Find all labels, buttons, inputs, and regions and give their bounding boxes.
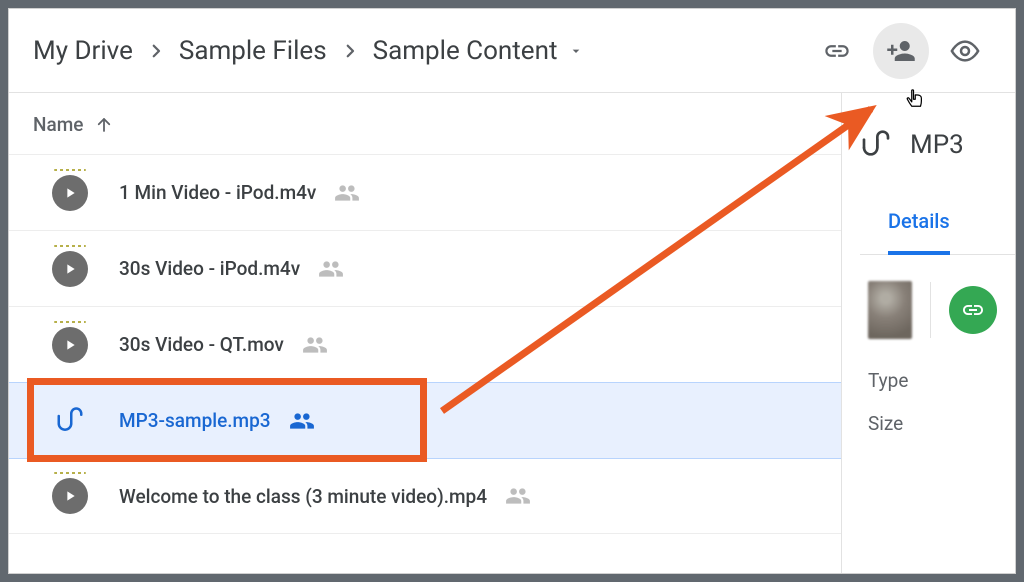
headphones-icon (51, 402, 89, 440)
video-icon (51, 250, 89, 288)
sharing-summary (868, 281, 1015, 339)
shared-icon (505, 483, 531, 509)
file-row[interactable]: 1 Min Video - iPod.m4v (9, 154, 841, 230)
shared-icon (289, 408, 315, 434)
details-title-text: MP3 (910, 130, 964, 160)
video-icon (51, 174, 89, 212)
share-button[interactable] (873, 23, 929, 79)
owner-avatar[interactable] (868, 281, 912, 339)
details-panel: MP3 Details Type Size (841, 93, 1015, 573)
column-label: Name (33, 113, 83, 136)
meta-size-label: Size (868, 412, 1015, 435)
shared-icon (334, 180, 360, 206)
breadcrumb-sample-content[interactable]: Sample Content (367, 32, 564, 70)
meta-type-label: Type (868, 369, 1015, 392)
file-name: 30s Video - QT.mov (119, 333, 284, 356)
video-icon (51, 477, 89, 515)
header-toolbar: My Drive Sample Files Sample Content (9, 9, 1015, 93)
shared-icon (302, 332, 328, 358)
divider (930, 282, 931, 338)
file-row[interactable]: 30s Video - iPod.m4v (9, 230, 841, 306)
chevron-right-icon (333, 34, 367, 68)
details-file-title: MP3 (860, 129, 1015, 161)
breadcrumb-sample-files[interactable]: Sample Files (173, 32, 333, 70)
file-row[interactable]: 30s Video - QT.mov (9, 306, 841, 382)
file-name: 1 Min Video - iPod.m4v (119, 181, 316, 204)
file-name: 30s Video - iPod.m4v (119, 257, 300, 280)
file-name: Welcome to the class (3 minute video).mp… (119, 485, 487, 508)
link-sharing-badge[interactable] (949, 286, 997, 334)
breadcrumb-dropdown[interactable] (563, 43, 589, 59)
chevron-right-icon (139, 34, 173, 68)
tab-details[interactable]: Details (888, 201, 950, 255)
column-header-name[interactable]: Name (9, 93, 841, 154)
file-row[interactable]: Welcome to the class (3 minute video).mp… (9, 458, 841, 534)
video-icon (51, 326, 89, 364)
shared-icon (318, 256, 344, 282)
app-window: My Drive Sample Files Sample Content Nam… (8, 8, 1016, 574)
file-list: Name 1 Min Video - iPod.m4v 30s Video - i… (9, 93, 841, 573)
file-name: MP3-sample.mp3 (119, 409, 271, 432)
preview-button[interactable] (937, 23, 993, 79)
get-link-button[interactable] (809, 23, 865, 79)
file-row[interactable]: MP3-sample.mp3 (9, 382, 841, 458)
breadcrumb-my-drive[interactable]: My Drive (27, 32, 139, 70)
sort-ascending-icon (95, 116, 113, 134)
